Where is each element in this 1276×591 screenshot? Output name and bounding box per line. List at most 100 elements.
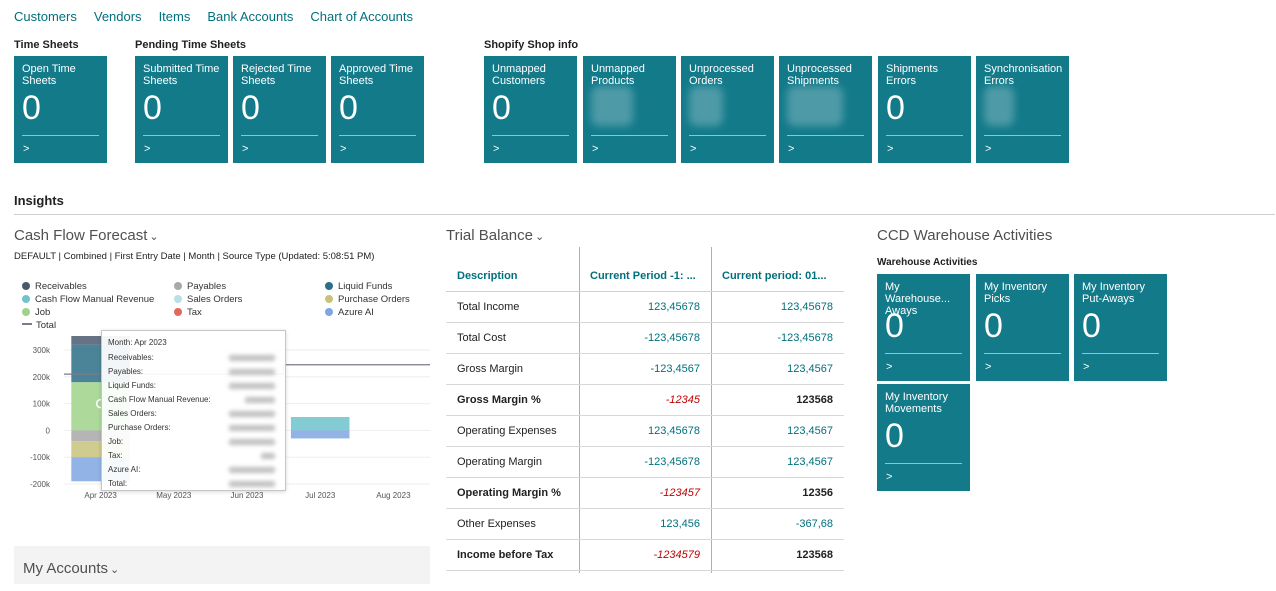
chevron-right-icon[interactable]: > xyxy=(340,143,346,155)
legend-item[interactable]: Purchase Orders xyxy=(325,294,410,305)
chevron-right-icon[interactable]: > xyxy=(592,143,598,155)
legend-item[interactable]: Total xyxy=(22,320,56,331)
legend-item[interactable]: Payables xyxy=(174,281,226,292)
tile-label: Shipments Errors xyxy=(886,63,938,87)
chevron-right-icon[interactable]: > xyxy=(887,143,893,155)
table-row[interactable]: Gross Margin -123,4567 123,4567 xyxy=(446,353,844,385)
submitted-time-sheets-tile[interactable]: Submitted Time Sheets 0 > xyxy=(135,56,228,163)
table-row[interactable]: Operating Margin -123,45678 123,4567 xyxy=(446,446,844,478)
legend-item[interactable]: Tax xyxy=(174,307,202,318)
trial-balance-title[interactable]: Trial Balance ⌄ xyxy=(446,227,544,244)
column-header-prev-period[interactable]: Current Period -1: ... xyxy=(579,262,711,292)
legend-item[interactable]: Job xyxy=(22,307,50,318)
legend-swatch xyxy=(22,295,30,303)
tooltip-row: Purchase Orders: xyxy=(108,423,279,435)
tile-label: Synchronisation Errors xyxy=(984,63,1063,87)
table-row[interactable]: Other Expenses 123,456 -367,68 xyxy=(446,508,844,540)
unmapped-customers-tile[interactable]: Unmapped Customers 0 > xyxy=(484,56,577,163)
chevron-right-icon[interactable]: > xyxy=(23,143,29,155)
legend-item[interactable]: Receivables xyxy=(22,281,87,292)
row-current-period-value[interactable]: 123,45678 xyxy=(711,291,844,323)
synchronisation-errors-tile[interactable]: Synchronisation Errors > xyxy=(976,56,1069,163)
rejected-time-sheets-tile[interactable]: Rejected Time Sheets 0 > xyxy=(233,56,326,163)
cash-flow-forecast-title[interactable]: Cash Flow Forecast ⌄ xyxy=(14,227,159,244)
row-prev-period-value[interactable]: -12345 xyxy=(579,384,711,416)
shipments-errors-tile[interactable]: Shipments Errors 0 > xyxy=(878,56,971,163)
my-accounts-part[interactable]: My Accounts ⌄ xyxy=(14,546,430,584)
row-prev-period-value[interactable]: -1234579 xyxy=(579,539,711,571)
table-row[interactable]: Total Income 123,45678 123,45678 xyxy=(446,291,844,323)
chevron-right-icon[interactable]: > xyxy=(493,143,499,155)
legend-item[interactable]: Cash Flow Manual Revenue xyxy=(22,294,154,305)
open-time-sheets-tile[interactable]: Open Time Sheets 0 > xyxy=(14,56,107,163)
chevron-right-icon[interactable]: > xyxy=(690,143,696,155)
row-current-period-value[interactable]: 123,4567 xyxy=(711,415,844,447)
unmapped-products-tile[interactable]: Unmapped Products > xyxy=(583,56,676,163)
row-current-period-value[interactable]: -123,45678 xyxy=(711,322,844,354)
row-prev-period-value[interactable]: -123457 xyxy=(579,477,711,509)
legend-item[interactable]: Azure AI xyxy=(325,307,374,318)
chevron-right-icon[interactable]: > xyxy=(144,143,150,155)
table-row[interactable]: Income before Tax -1234579 123568 xyxy=(446,539,844,571)
chevron-right-icon[interactable]: > xyxy=(242,143,248,155)
nav-chart-of-accounts[interactable]: Chart of Accounts xyxy=(310,9,413,24)
my-inventory-movements-tile[interactable]: My Inventory Movements 0 > xyxy=(877,384,970,491)
chevron-right-icon[interactable]: > xyxy=(886,471,892,483)
tile-label: Unmapped Customers xyxy=(492,63,546,87)
row-current-period-value[interactable]: 123,4567 xyxy=(711,353,844,385)
nav-customers[interactable]: Customers xyxy=(14,9,77,24)
unprocessed-orders-tile[interactable]: Unprocessed Orders > xyxy=(681,56,774,163)
tooltip-row-label: Azure AI: xyxy=(108,465,141,474)
row-prev-period-value[interactable]: -123,45678 xyxy=(579,322,711,354)
row-prev-period-value[interactable]: 123,45678 xyxy=(579,415,711,447)
nav-items[interactable]: Items xyxy=(159,9,191,24)
tile-divider xyxy=(492,135,569,136)
row-current-period-value[interactable]: -367,68 xyxy=(711,508,844,540)
my-inventory-picks-tile[interactable]: My Inventory Picks 0 > xyxy=(976,274,1069,381)
legend-label: Payables xyxy=(187,281,227,292)
legend-item[interactable]: Sales Orders xyxy=(174,294,242,305)
blurred-value xyxy=(229,439,275,445)
table-row[interactable]: Operating Margin % -123457 12356 xyxy=(446,477,844,509)
nav-bank-accounts[interactable]: Bank Accounts xyxy=(207,9,293,24)
tile-value: 0 xyxy=(492,89,511,127)
bar-segment[interactable] xyxy=(290,417,350,431)
row-prev-period-value[interactable]: -123,4567 xyxy=(579,353,711,385)
nav-vendors[interactable]: Vendors xyxy=(94,9,142,24)
approved-time-sheets-tile[interactable]: Approved Time Sheets 0 > xyxy=(331,56,424,163)
legend-item[interactable]: Liquid Funds xyxy=(325,281,392,292)
chevron-down-icon[interactable]: ⌄ xyxy=(535,230,544,243)
chevron-right-icon[interactable]: > xyxy=(985,143,991,155)
legend-label: Liquid Funds xyxy=(338,281,393,292)
unprocessed-shipments-tile[interactable]: Unprocessed Shipments > xyxy=(779,56,872,163)
chevron-down-icon[interactable]: ⌄ xyxy=(110,564,119,576)
row-prev-period-value[interactable]: 123,45678 xyxy=(579,291,711,323)
my-accounts-title[interactable]: My Accounts ⌄ xyxy=(23,560,119,577)
row-description: Operating Margin % xyxy=(446,477,579,509)
row-description: Income before Tax xyxy=(446,539,579,571)
chevron-right-icon[interactable]: > xyxy=(788,143,794,155)
table-row[interactable]: Gross Margin % -12345 123568 xyxy=(446,384,844,416)
row-description: Total Cost xyxy=(446,322,579,354)
table-row[interactable]: Operating Expenses 123,45678 123,4567 xyxy=(446,415,844,447)
bar-segment[interactable] xyxy=(290,430,350,439)
row-current-period-value[interactable]: 123568 xyxy=(711,539,844,571)
chevron-right-icon[interactable]: > xyxy=(985,361,991,373)
cash-flow-forecast-title-text: Cash Flow Forecast xyxy=(14,227,148,244)
row-current-period-value[interactable]: 123568 xyxy=(711,384,844,416)
my-inventory-put-aways-tile[interactable]: My Inventory Put-Aways 0 > xyxy=(1074,274,1167,381)
row-prev-period-value[interactable]: 123,456 xyxy=(579,508,711,540)
chevron-down-icon[interactable]: ⌄ xyxy=(149,230,158,243)
my-warehouse-put-aways-tile[interactable]: My Warehouse... Aways 0 > xyxy=(877,274,970,381)
chevron-right-icon[interactable]: > xyxy=(886,361,892,373)
tooltip-row-label: Payables: xyxy=(108,367,144,376)
row-current-period-value[interactable]: 12356 xyxy=(711,477,844,509)
column-header-description[interactable]: Description xyxy=(446,262,579,292)
time-sheets-group-title: Time Sheets xyxy=(14,39,79,51)
row-current-period-value[interactable]: 123,4567 xyxy=(711,446,844,478)
row-prev-period-value[interactable]: -123,45678 xyxy=(579,446,711,478)
chevron-right-icon[interactable]: > xyxy=(1083,361,1089,373)
column-header-current-period[interactable]: Current period: 01... xyxy=(711,262,844,292)
tooltip-row: Sales Orders: xyxy=(108,409,279,421)
table-row[interactable]: Total Cost -123,45678 -123,45678 xyxy=(446,322,844,354)
